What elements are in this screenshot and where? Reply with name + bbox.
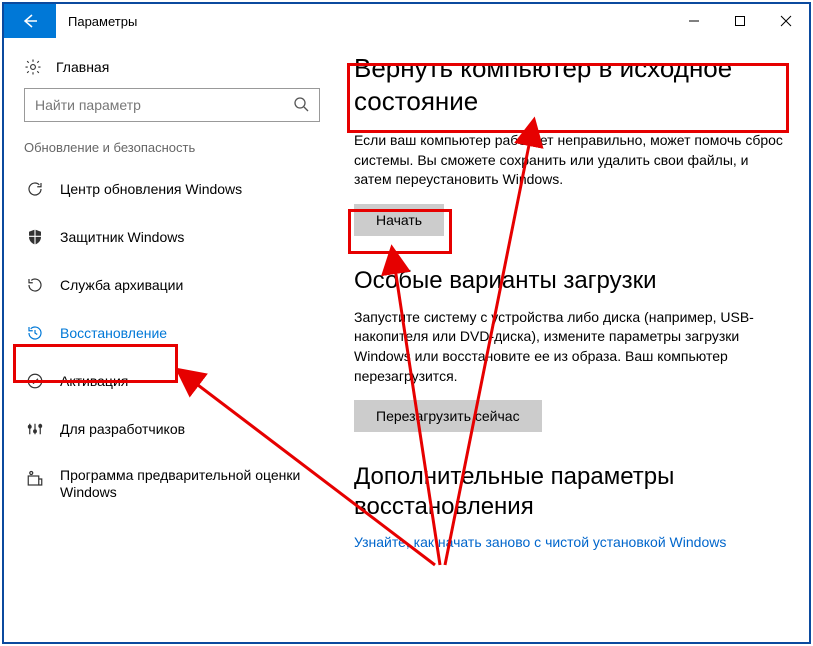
arrow-left-icon (20, 11, 40, 31)
sidebar: Главная Найти параметр Обновление и безо… (4, 38, 340, 642)
backup-arrow-icon (24, 275, 46, 295)
close-button[interactable] (763, 4, 809, 38)
sidebar-item-activation[interactable]: Активация (4, 357, 340, 405)
sidebar-item-label: Защитник Windows (60, 229, 184, 246)
sidebar-nav: Центр обновления Windows Защитник Window… (4, 165, 340, 515)
sidebar-item-label: Восстановление (60, 325, 167, 342)
maximize-icon (734, 15, 746, 27)
sidebar-group-title: Обновление и безопасность (4, 140, 340, 165)
shield-icon (24, 227, 46, 247)
sidebar-item-label: Программа предварительной оценки Windows (60, 467, 320, 501)
sidebar-home[interactable]: Главная (4, 52, 340, 88)
search-input[interactable]: Найти параметр (24, 88, 320, 122)
sidebar-item-update[interactable]: Центр обновления Windows (4, 165, 340, 213)
sync-icon (24, 179, 46, 199)
section-advanced-boot: Особые варианты загрузки Запустите систе… (354, 266, 785, 432)
reset-start-button[interactable]: Начать (354, 204, 444, 236)
reset-title: Вернуть компьютер в исходное состояние (354, 52, 785, 117)
sidebar-item-label: Активация (60, 373, 128, 390)
window-title: Параметры (56, 4, 671, 38)
history-icon (24, 323, 46, 343)
maximize-button[interactable] (717, 4, 763, 38)
window-controls (671, 4, 809, 38)
advboot-title: Особые варианты загрузки (354, 266, 785, 296)
sidebar-item-backup[interactable]: Служба архивации (4, 261, 340, 309)
sidebar-item-defender[interactable]: Защитник Windows (4, 213, 340, 261)
check-circle-icon (24, 371, 46, 391)
sidebar-item-label: Для разработчиков (60, 421, 185, 438)
settings-window: Параметры Главная (2, 2, 811, 644)
section-more-recovery: Дополнительные параметры восстановления … (354, 462, 785, 552)
reset-description: Если ваш компьютер работает неправильно,… (354, 131, 785, 190)
sidebar-home-label: Главная (56, 59, 109, 75)
sidebar-item-recovery[interactable]: Восстановление (4, 309, 340, 357)
insider-icon (24, 469, 46, 489)
sidebar-item-developers[interactable]: Для разработчиков (4, 405, 340, 453)
minimize-icon (688, 15, 700, 27)
titlebar: Параметры (4, 4, 809, 38)
more-title: Дополнительные параметры восстановления (354, 462, 785, 522)
search-placeholder: Найти параметр (35, 97, 141, 113)
search-icon (293, 96, 309, 115)
advboot-description: Запустите систему с устройства либо диск… (354, 308, 785, 386)
gear-icon (24, 58, 48, 76)
content-pane: Вернуть компьютер в исходное состояние Е… (340, 38, 809, 642)
sidebar-item-insider[interactable]: Программа предварительной оценки Windows (4, 453, 340, 515)
sidebar-item-label: Служба архивации (60, 277, 183, 294)
fresh-start-link[interactable]: Узнайте, как начать заново с чистой уста… (354, 534, 726, 550)
section-reset: Вернуть компьютер в исходное состояние Е… (354, 52, 785, 236)
sliders-icon (24, 419, 46, 439)
close-icon (780, 15, 792, 27)
sidebar-item-label: Центр обновления Windows (60, 181, 242, 198)
restart-now-button[interactable]: Перезагрузить сейчас (354, 400, 542, 432)
back-button[interactable] (4, 4, 56, 38)
minimize-button[interactable] (671, 4, 717, 38)
